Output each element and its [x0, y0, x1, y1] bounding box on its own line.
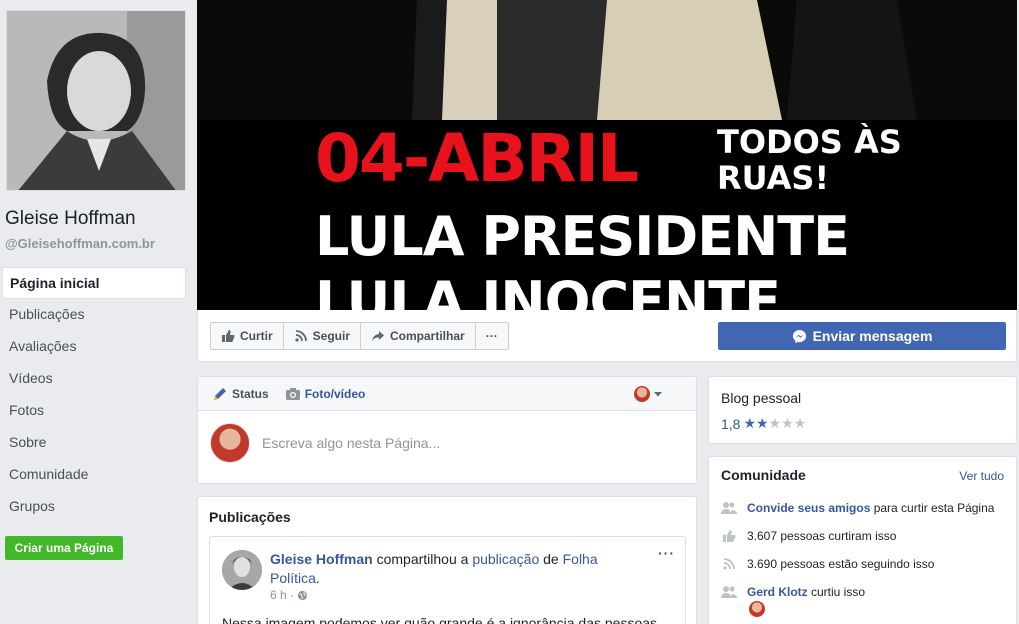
- nav-item-about[interactable]: Sobre: [2, 427, 186, 459]
- friend-liked-text: curtiu isso: [807, 585, 866, 599]
- cover-slogan-1: LULA PRESIDENTE: [315, 205, 850, 268]
- cover-callout-line1: TODOS ÀS: [717, 123, 902, 161]
- cover-callout-line2: RUAS!: [717, 159, 830, 197]
- page-category-card: Blog pessoal 1,8 ★ ★ ★ ★ ★: [708, 376, 1017, 444]
- rss-follow-icon: [721, 556, 737, 572]
- follow-button[interactable]: Seguir: [284, 323, 362, 349]
- posts-section: Publicações Gleise Hoffman compartilhou …: [197, 496, 697, 624]
- cover-slogan-2: LULA INOCENTE: [315, 270, 781, 310]
- post-author-avatar[interactable]: [222, 550, 262, 590]
- page-nav: Página inicial Publicações Avaliações Ví…: [2, 267, 186, 523]
- follow-label: Seguir: [312, 329, 351, 343]
- rating-stars: ★ ★ ★ ★ ★: [743, 415, 806, 432]
- nav-item-posts[interactable]: Publicações: [2, 299, 186, 331]
- rating-star: ★: [781, 415, 794, 431]
- messenger-icon: [792, 329, 806, 343]
- rating-score: 1,8: [721, 415, 741, 432]
- friend-avatar[interactable]: [749, 601, 765, 617]
- post-header: Gleise Hoffman compartilhou a publicação…: [270, 550, 650, 588]
- rss-follow-icon: [295, 330, 307, 342]
- community-friend-row: Gerd Klotz curtiu isso: [721, 581, 1011, 603]
- send-message-label: Enviar mensagem: [812, 328, 933, 344]
- community-title: Comunidade: [721, 467, 806, 483]
- share-button[interactable]: Compartilhar: [361, 323, 476, 349]
- nav-item-photos[interactable]: Fotos: [2, 395, 186, 427]
- posts-section-title: Publicações: [209, 509, 291, 525]
- community-likes-text[interactable]: 3.607 pessoas curtiram isso: [747, 529, 896, 543]
- profile-photo-image: [7, 11, 185, 190]
- send-message-button[interactable]: Enviar mensagem: [718, 322, 1006, 350]
- camera-icon: [285, 387, 300, 400]
- composer-avatar: [210, 423, 250, 463]
- composer-identity-switcher[interactable]: [634, 386, 663, 402]
- nav-item-community[interactable]: Comunidade: [2, 459, 186, 491]
- cover-people-image: [197, 0, 1017, 120]
- community-card: Comunidade Ver tudo Convide seus amigos …: [708, 456, 1017, 624]
- community-invite-row: Convide seus amigos para curtir esta Pág…: [721, 497, 1011, 519]
- post-time-separator: ·: [289, 588, 294, 602]
- post-header-end: .: [315, 570, 320, 586]
- rating-star: ★: [793, 415, 807, 431]
- community-likes-row: 3.607 pessoas curtiram isso: [721, 525, 1011, 547]
- pencil-icon: [214, 387, 226, 400]
- people-icon: [721, 500, 737, 516]
- profile-picture[interactable]: [6, 10, 186, 191]
- page-category[interactable]: Blog pessoal: [721, 390, 801, 406]
- community-followers-row: 3.690 pessoas estão seguindo isso: [721, 553, 1011, 575]
- cover-date-text: 04-ABRIL: [315, 120, 639, 197]
- globe-icon: [297, 590, 307, 600]
- post-verb-1: compartilhou a: [372, 551, 473, 567]
- composer-input-row[interactable]: Escreva algo nesta Página...: [210, 423, 440, 463]
- post-time-label: 6 h: [270, 588, 287, 602]
- action-button-group: Curtir Seguir Compartilhar ···: [210, 322, 509, 350]
- tab-status-label: Status: [232, 386, 269, 401]
- tab-photo-label: Foto/vídeo: [304, 386, 366, 401]
- thumbs-up-icon: [721, 528, 737, 544]
- like-button[interactable]: Curtir: [211, 323, 284, 349]
- nav-item-home[interactable]: Página inicial: [2, 267, 186, 299]
- post-timestamp[interactable]: 6 h ·: [270, 588, 308, 602]
- like-label: Curtir: [240, 329, 273, 343]
- rating-star: ★: [756, 415, 769, 431]
- page-action-bar: Curtir Seguir Compartilhar ··· Enviar me…: [197, 310, 1017, 362]
- tab-status[interactable]: Status: [212, 386, 269, 402]
- post-object-link[interactable]: publicação: [472, 551, 539, 567]
- nav-item-groups[interactable]: Grupos: [2, 491, 186, 523]
- tab-photo-video[interactable]: Foto/vídeo: [285, 386, 366, 402]
- thumbs-up-icon: [222, 330, 235, 342]
- rating-star: ★: [768, 415, 782, 431]
- page-name[interactable]: Gleise Hoffman: [5, 208, 136, 230]
- community-see-all-link[interactable]: Ver tudo: [959, 469, 1004, 483]
- post-composer: Status Foto/vídeo Escreva algo nesta Pág…: [197, 376, 697, 484]
- share-label: Compartilhar: [390, 329, 465, 343]
- nav-item-videos[interactable]: Vídeos: [2, 363, 186, 395]
- more-actions-button[interactable]: ···: [476, 323, 508, 349]
- friend-name-link[interactable]: Gerd Klotz: [747, 585, 808, 599]
- rating-row[interactable]: 1,8 ★ ★ ★ ★ ★: [721, 415, 806, 432]
- post-author-link[interactable]: Gleise Hoffman: [270, 551, 373, 567]
- community-followers-text[interactable]: 3.690 pessoas estão seguindo isso: [747, 557, 934, 571]
- cover-callout-text: TODOS ÀS RUAS!: [717, 124, 902, 196]
- people-icon: [721, 584, 737, 600]
- composer-input[interactable]: Escreva algo nesta Página...: [262, 435, 440, 451]
- post-options-button[interactable]: ···: [658, 545, 675, 561]
- author-avatar-image: [222, 550, 262, 590]
- left-column: Gleise Hoffman @Gleisehoffman.com.br Pág…: [0, 0, 196, 624]
- post-body-text: Nessa imagem podemos ver quão grande é a…: [222, 615, 661, 624]
- share-arrow-icon: [372, 331, 385, 342]
- composer-identity-avatar: [634, 386, 650, 402]
- rating-star: ★: [743, 415, 757, 431]
- post-verb-2: de: [539, 551, 563, 567]
- invite-friends-rest: para curtir esta Página: [870, 501, 995, 515]
- create-page-button[interactable]: Criar uma Página: [5, 536, 123, 560]
- invite-friends-link[interactable]: Convide seus amigos: [747, 501, 870, 515]
- page-username: @Gleisehoffman.com.br: [5, 236, 155, 251]
- chevron-down-icon: [654, 392, 662, 397]
- composer-tabs: Status Foto/vídeo: [198, 377, 696, 411]
- nav-item-reviews[interactable]: Avaliações: [2, 331, 186, 363]
- cover-photo[interactable]: 04-ABRIL TODOS ÀS RUAS! LULA PRESIDENTE …: [197, 0, 1017, 310]
- post-card: Gleise Hoffman compartilhou a publicação…: [209, 536, 686, 624]
